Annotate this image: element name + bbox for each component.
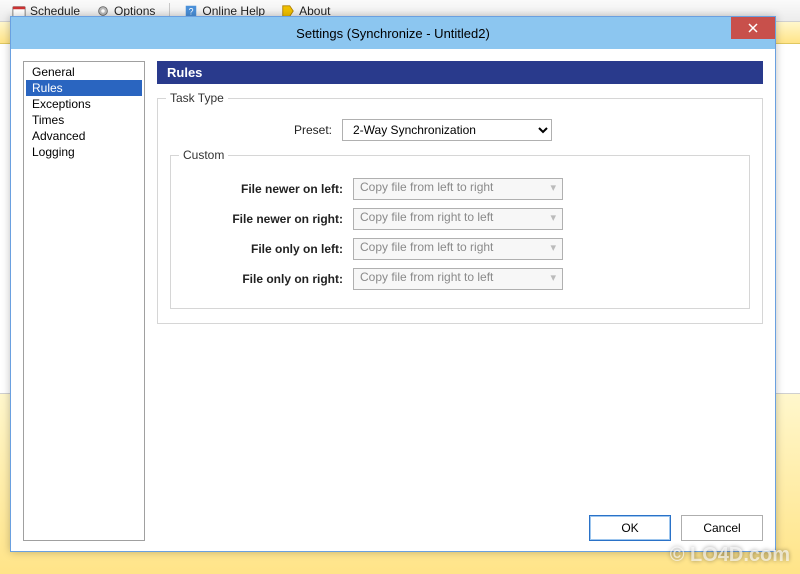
row-file-newer-right: File newer on right: Copy file from righ…	[181, 208, 739, 230]
dialog-title: Settings (Synchronize - Untitled2)	[296, 26, 490, 41]
row-select[interactable]: Copy file from right to left	[353, 208, 563, 230]
dialog-body: General Rules Exceptions Times Advanced …	[11, 49, 775, 551]
close-button[interactable]	[731, 17, 775, 39]
row-file-newer-left: File newer on left: Copy file from left …	[181, 178, 739, 200]
settings-sidebar: General Rules Exceptions Times Advanced …	[23, 61, 145, 541]
sidebar-item-times[interactable]: Times	[26, 112, 142, 128]
custom-legend: Custom	[179, 148, 228, 162]
row-select[interactable]: Copy file from left to right	[353, 178, 563, 200]
row-file-only-left: File only on left: Copy file from left t…	[181, 238, 739, 260]
sidebar-item-rules[interactable]: Rules	[26, 80, 142, 96]
sidebar-item-exceptions[interactable]: Exceptions	[26, 96, 142, 112]
dialog-buttons: OK Cancel	[589, 515, 763, 541]
settings-dialog: Settings (Synchronize - Untitled2) Gener…	[10, 16, 776, 552]
row-select[interactable]: Copy file from left to right	[353, 238, 563, 260]
task-type-legend: Task Type	[166, 91, 228, 105]
row-label: File only on right:	[181, 272, 353, 286]
task-type-group: Task Type Preset: 2-Way Synchronization …	[157, 98, 763, 324]
row-label: File newer on right:	[181, 212, 353, 226]
cancel-button[interactable]: Cancel	[681, 515, 763, 541]
ok-button[interactable]: OK	[589, 515, 671, 541]
panel-header: Rules	[157, 61, 763, 84]
dialog-titlebar: Settings (Synchronize - Untitled2)	[11, 17, 775, 49]
preset-select[interactable]: 2-Way Synchronization	[342, 119, 552, 141]
svg-text:?: ?	[189, 6, 194, 16]
custom-group: Custom File newer on left: Copy file fro…	[170, 155, 750, 309]
preset-row: Preset: 2-Way Synchronization	[170, 119, 750, 141]
row-label: File only on left:	[181, 242, 353, 256]
sidebar-item-logging[interactable]: Logging	[26, 144, 142, 160]
sidebar-item-general[interactable]: General	[26, 64, 142, 80]
row-label: File newer on left:	[181, 182, 353, 196]
sidebar-item-advanced[interactable]: Advanced	[26, 128, 142, 144]
row-select[interactable]: Copy file from right to left	[353, 268, 563, 290]
preset-label: Preset:	[170, 123, 342, 137]
row-file-only-right: File only on right: Copy file from right…	[181, 268, 739, 290]
settings-main: Rules Task Type Preset: 2-Way Synchroniz…	[157, 61, 763, 541]
close-icon	[748, 21, 758, 36]
